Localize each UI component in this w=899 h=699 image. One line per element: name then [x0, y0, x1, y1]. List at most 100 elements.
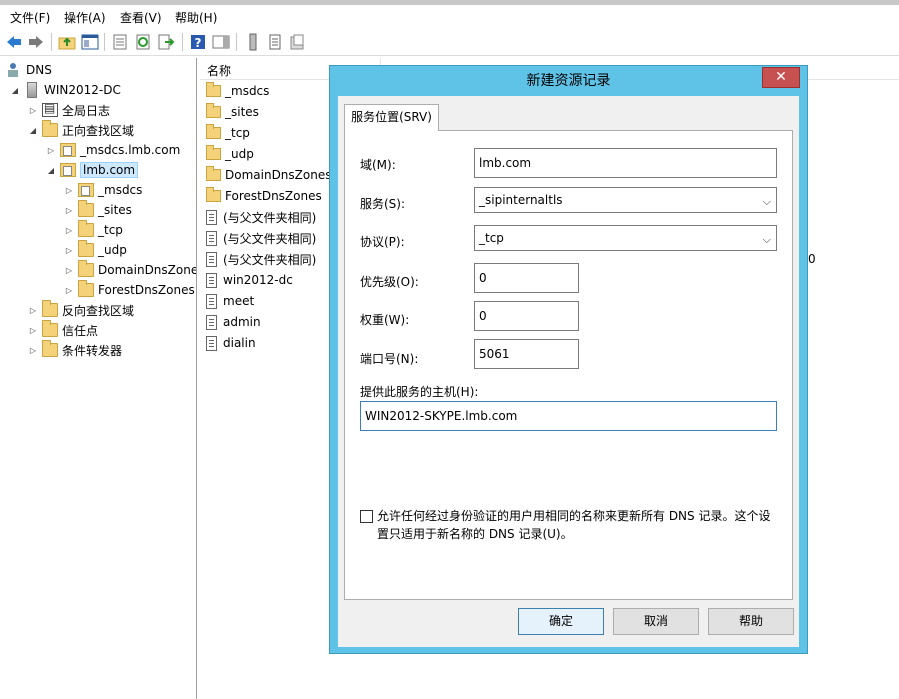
tab-srv[interactable]: 服务位置(SRV) [344, 104, 439, 131]
menu-file[interactable]: 文件(F) [10, 9, 50, 26]
list-item-label: meet [223, 294, 255, 308]
list-item[interactable]: ForestDnsZones [206, 186, 322, 206]
folder-icon [42, 340, 58, 357]
collapsed-arrow-icon[interactable]: ▷ [64, 186, 74, 195]
host-field[interactable]: WIN2012-SKYPE.lmb.com [360, 401, 777, 431]
collapsed-arrow-icon[interactable]: ▷ [64, 226, 74, 235]
menu-view[interactable]: 查看(V) [120, 9, 162, 26]
tree-item-domaindnszones[interactable]: ▷ DomainDnsZones [64, 260, 197, 280]
collapsed-arrow-icon[interactable]: ▷ [28, 106, 38, 115]
service-value: _sipinternaltls [479, 193, 563, 207]
tree-label: _msdcs [98, 183, 143, 197]
list-item-label: _msdcs [225, 84, 270, 98]
collapsed-arrow-icon[interactable]: ▷ [28, 346, 38, 355]
expanded-arrow-icon[interactable]: ◢ [10, 86, 20, 95]
tree-item-global-logs[interactable]: ▷ 全局日志 [28, 100, 110, 120]
list-item-label: win2012-dc [223, 273, 293, 287]
back-icon[interactable] [5, 33, 23, 51]
server-icon[interactable] [244, 33, 262, 51]
tree-label: DomainDnsZones [98, 263, 197, 277]
collapsed-arrow-icon[interactable]: ▷ [28, 306, 38, 315]
domain-label: 域(M): [360, 158, 396, 172]
list-item[interactable]: _msdcs [206, 81, 269, 101]
dialog-title: 新建资源记录 [526, 73, 611, 89]
cancel-button[interactable]: 取消 [613, 608, 699, 635]
tree-item-reverse-zones[interactable]: ▷ 反向查找区域 [28, 300, 134, 320]
list-item[interactable]: _tcp [206, 123, 250, 143]
list-item[interactable]: (与父文件夹相同) [206, 249, 316, 269]
list-item[interactable]: (与父文件夹相同) [206, 228, 316, 248]
domain-field[interactable]: lmb.com [474, 148, 777, 178]
collapsed-arrow-icon[interactable]: ▷ [64, 286, 74, 295]
tree-item-server[interactable]: ◢ WIN2012-DC [10, 80, 121, 100]
help-button[interactable]: 帮助 [708, 608, 794, 635]
tree-item-conditional-forwarders[interactable]: ▷ 条件转发器 [28, 340, 122, 360]
column-header-name[interactable]: 名称 [207, 62, 231, 79]
record-icon [206, 272, 217, 288]
tree-item-tcp[interactable]: ▷ _tcp [64, 220, 123, 240]
tree-item-lmb-zone[interactable]: ◢ lmb.com [46, 160, 139, 180]
tree-label: _tcp [98, 223, 123, 237]
service-select[interactable]: _sipinternaltls ⌵ [474, 187, 777, 213]
tree-item-forward-zones[interactable]: ◢ 正向查找区域 [28, 120, 134, 140]
list-item[interactable]: meet [206, 291, 254, 311]
tree-item-udp[interactable]: ▷ _udp [64, 240, 127, 260]
collapsed-arrow-icon[interactable]: ▷ [64, 246, 74, 255]
close-button[interactable]: ✕ [762, 67, 800, 88]
tree-item-trust-points[interactable]: ▷ 信任点 [28, 320, 98, 340]
priority-field[interactable]: 0 [474, 263, 579, 293]
forward-icon[interactable] [27, 33, 45, 51]
allow-update-checkbox[interactable] [360, 510, 373, 523]
toolbar-separator [51, 33, 52, 51]
menu-action[interactable]: 操作(A) [64, 9, 106, 26]
collapsed-arrow-icon[interactable]: ▷ [28, 326, 38, 335]
list-item-label: DomainDnsZones [225, 168, 332, 182]
tree-label: _msdcs.lmb.com [80, 143, 181, 157]
tree-item-msdcs-zone[interactable]: ▷ _msdcs.lmb.com [46, 140, 180, 160]
refresh-icon[interactable] [134, 33, 152, 51]
zone-icon[interactable] [288, 33, 306, 51]
tree-item-msdcs[interactable]: ▷ _msdcs [64, 180, 142, 200]
collapsed-arrow-icon[interactable]: ▷ [64, 206, 74, 215]
list-item[interactable]: win2012-dc [206, 270, 293, 290]
tree-label: _udp [98, 243, 127, 257]
list-item[interactable]: (与父文件夹相同) [206, 207, 316, 227]
weight-field[interactable]: 0 [474, 301, 579, 331]
svg-text:?: ? [195, 36, 202, 50]
dialog-body: 服务位置(SRV) 域(M): lmb.com 服务(S): _sipinter… [338, 96, 799, 647]
protocol-select[interactable]: _tcp ⌵ [474, 225, 777, 251]
port-label: 端口号(N): [360, 352, 419, 366]
collapsed-arrow-icon[interactable]: ▷ [46, 146, 56, 155]
tree-label: 条件转发器 [62, 343, 123, 358]
port-field[interactable]: 5061 [474, 339, 579, 369]
list-item[interactable]: _udp [206, 144, 254, 164]
folder-icon [206, 124, 221, 139]
chevron-down-icon: ⌵ [762, 195, 771, 208]
action-pane-icon[interactable] [212, 33, 230, 51]
tree-item-sites[interactable]: ▷ _sites [64, 200, 132, 220]
tree-item-dns[interactable]: DNS [6, 60, 52, 80]
tree-item-forestdnszones[interactable]: ▷ ForestDnsZones [64, 280, 195, 300]
ok-button[interactable]: 确定 [518, 608, 604, 635]
list-item-label: dialin [223, 336, 256, 350]
protocol-value: _tcp [479, 231, 504, 245]
export-list-icon[interactable] [157, 33, 175, 51]
expanded-arrow-icon[interactable]: ◢ [46, 166, 56, 175]
list-view-icon[interactable] [266, 33, 284, 51]
list-item[interactable]: admin [206, 312, 261, 332]
menu-help[interactable]: 帮助(H) [175, 9, 217, 26]
list-item-label: ForestDnsZones [225, 189, 322, 203]
list-item-label: (与父文件夹相同) [223, 252, 317, 267]
list-item[interactable]: dialin [206, 333, 256, 353]
help-icon[interactable]: ? [189, 33, 207, 51]
properties-icon[interactable] [111, 33, 129, 51]
zone-folder-icon [206, 82, 221, 97]
expanded-arrow-icon[interactable]: ◢ [28, 126, 38, 135]
list-item[interactable]: DomainDnsZones [206, 165, 331, 185]
list-item[interactable]: _sites [206, 102, 259, 122]
tree-label: ForestDnsZones [98, 283, 195, 297]
show-hide-console-tree-icon[interactable] [81, 33, 99, 51]
collapsed-arrow-icon[interactable]: ▷ [64, 266, 74, 275]
record-icon [206, 209, 217, 225]
up-folder-icon[interactable] [58, 33, 76, 51]
